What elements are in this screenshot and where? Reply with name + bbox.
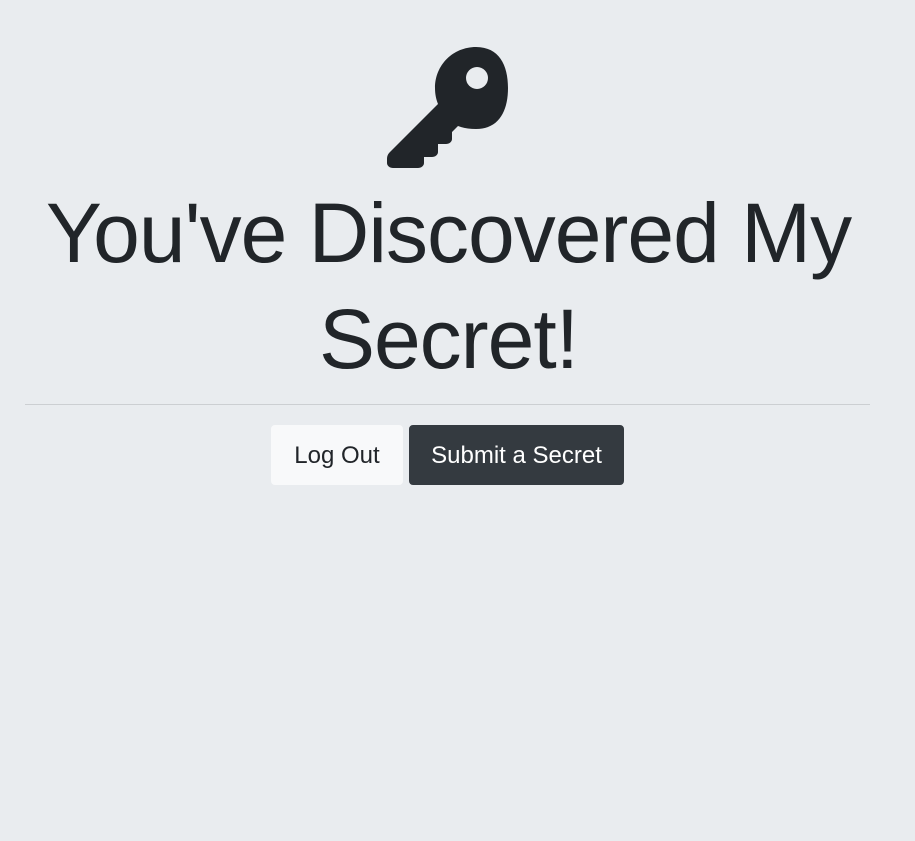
- logout-button[interactable]: Log Out: [271, 425, 403, 485]
- submit-secret-button[interactable]: Submit a Secret: [409, 425, 624, 485]
- key-icon: [387, 47, 508, 168]
- divider: [25, 404, 870, 405]
- jumbotron: You've Discovered My Secret! Log Out Sub…: [0, 0, 915, 841]
- page-title: You've Discovered My Secret!: [45, 186, 852, 386]
